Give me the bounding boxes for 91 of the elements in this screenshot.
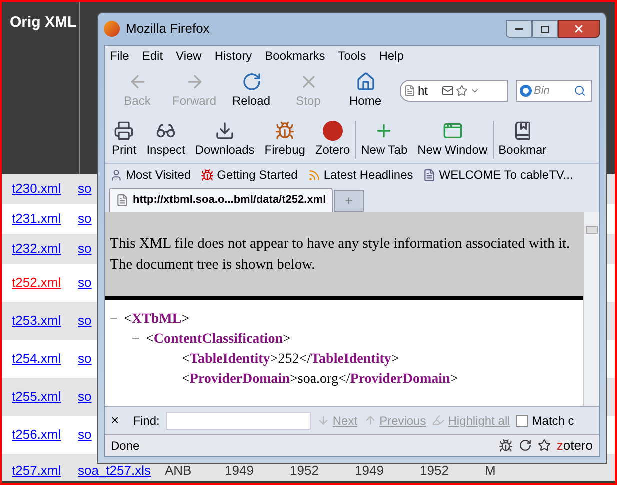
file-link[interactable]: so xyxy=(78,239,92,259)
file-link[interactable]: so xyxy=(78,387,92,407)
toolbar-button[interactable]: Downloads xyxy=(190,120,260,158)
xml-element: <ContentClassification> xyxy=(146,331,291,349)
table-cell-text: ANB xyxy=(165,462,193,480)
table-cell-text: 1949 xyxy=(225,462,255,480)
bug-icon xyxy=(201,168,214,182)
star-icon xyxy=(456,85,468,97)
file-link[interactable]: t231.xml xyxy=(12,209,78,229)
bookmark-icon xyxy=(512,120,533,140)
file-link[interactable]: t256.xml xyxy=(12,425,78,445)
file-link[interactable]: t255.xml xyxy=(12,387,78,407)
xml-element: <XTbML> xyxy=(124,311,190,329)
table-cell-text: 1952 xyxy=(290,462,320,480)
download-icon xyxy=(215,120,236,140)
file-link[interactable]: so xyxy=(78,273,92,293)
search-field[interactable]: Bin xyxy=(516,80,592,102)
menu-item[interactable]: Bookmarks xyxy=(265,47,326,65)
maximize-button[interactable] xyxy=(532,20,558,38)
file-link[interactable]: t232.xml xyxy=(12,239,78,259)
file-link[interactable]: t257.xml xyxy=(12,460,78,480)
table-cell-text: M xyxy=(485,462,497,480)
menu-item[interactable]: View xyxy=(176,47,202,65)
file-link[interactable]: t230.xml xyxy=(12,179,78,199)
bookmark-link[interactable]: Latest Headlines xyxy=(308,166,414,184)
scrollbar[interactable] xyxy=(583,212,599,406)
file-link[interactable]: so xyxy=(78,209,92,229)
home-icon xyxy=(356,72,376,92)
star-icon xyxy=(538,439,551,452)
search-input[interactable]: Bin xyxy=(534,82,572,100)
toolbar-button[interactable]: New Tab xyxy=(355,120,413,158)
xml-notice: This XML file does not appear to have any style information associated with it. The document tree is shown below. xyxy=(110,235,572,275)
refresh-icon xyxy=(518,439,532,452)
file-link[interactable]: so xyxy=(78,179,92,199)
reload-icon xyxy=(242,72,262,92)
rss-icon xyxy=(308,168,321,182)
toolbar-button[interactable]: Bookmar xyxy=(492,120,552,158)
close-icon xyxy=(573,23,585,35)
bug-icon xyxy=(498,438,513,452)
toolbar-button[interactable]: Zotero xyxy=(310,120,356,158)
close-find-button[interactable]: × xyxy=(111,410,120,431)
menu-item[interactable]: Help xyxy=(379,47,404,65)
file-link[interactable]: t252.xml xyxy=(12,273,78,293)
menu-item[interactable]: Tools xyxy=(338,47,366,65)
search-icon xyxy=(574,85,586,97)
mail-icon xyxy=(442,85,454,97)
toolbar-button[interactable]: Home xyxy=(337,72,394,110)
menu-item[interactable]: Edit xyxy=(142,47,164,65)
window-title: Mozilla Firefox xyxy=(126,20,210,38)
printer-icon xyxy=(114,120,134,140)
plus-icon xyxy=(344,196,354,206)
round-logo-icon xyxy=(322,120,343,140)
file-link[interactable]: t253.xml xyxy=(12,311,78,331)
toolbar-button[interactable]: New Window xyxy=(412,120,493,158)
minimize-button[interactable] xyxy=(506,20,532,38)
collapse-toggle[interactable]: − xyxy=(132,330,146,350)
bug-icon xyxy=(275,120,296,140)
zotero-label[interactable]: zotero xyxy=(556,436,593,456)
menu-item[interactable]: File xyxy=(110,47,130,65)
browser-tab[interactable]: http://xtbml.soa.o...bml/data/t252.xml xyxy=(109,188,334,212)
file-link[interactable]: t254.xml xyxy=(12,349,78,369)
bookmark-link[interactable]: Most Visited xyxy=(110,166,192,184)
toolbar-button[interactable]: Print xyxy=(107,120,142,158)
table-cell-text: 1949 xyxy=(355,462,385,480)
file-link[interactable]: so xyxy=(78,425,92,445)
table-cell-text: 1952 xyxy=(420,462,450,480)
find-field[interactable] xyxy=(166,412,311,430)
person-icon xyxy=(110,168,123,182)
file-link[interactable]: so xyxy=(78,349,92,369)
toolbar-button[interactable]: Inspect xyxy=(142,120,190,158)
page-icon xyxy=(423,168,436,182)
page-icon xyxy=(404,85,416,97)
xml-element: <TableIdentity>252</TableIdentity> xyxy=(182,351,400,369)
collapse-toggle[interactable]: − xyxy=(110,310,124,330)
find-label: Find: xyxy=(133,412,160,430)
highlighter-icon xyxy=(432,414,446,427)
page-icon xyxy=(116,194,129,207)
bookmark-link[interactable]: Getting Started xyxy=(201,166,298,184)
toolbar-button[interactable]: Firebug xyxy=(260,120,310,158)
down-arrow-icon xyxy=(316,414,330,427)
up-arrow-icon xyxy=(364,414,377,427)
address-field[interactable]: ht xyxy=(400,80,508,102)
file-link[interactable]: soa_t257.xls xyxy=(78,460,151,480)
toolbar-button[interactable]: Reload xyxy=(223,72,280,110)
xml-element: <ProviderDomain>soa.org</ProviderDomain> xyxy=(182,371,458,389)
file-link[interactable]: so xyxy=(78,311,92,331)
status-text: Done xyxy=(111,438,140,454)
menu-item[interactable]: History xyxy=(214,47,252,65)
close-button[interactable] xyxy=(558,20,600,38)
bookmark-link[interactable]: WELCOME To cableTV... xyxy=(423,166,574,184)
match-case-checkbox[interactable]: Match c xyxy=(516,412,574,430)
